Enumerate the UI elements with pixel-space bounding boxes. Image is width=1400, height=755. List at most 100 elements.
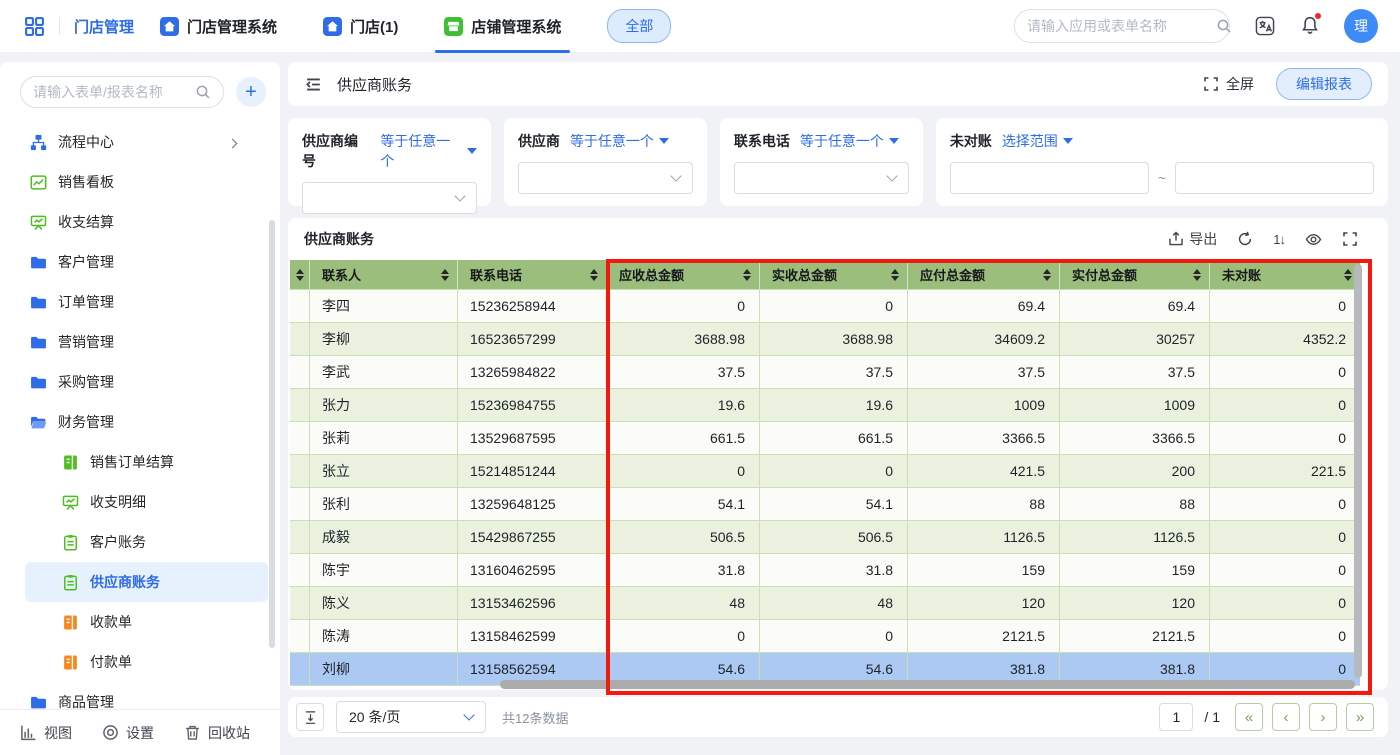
first-page-button[interactable]: « [1235, 703, 1263, 731]
sort-order-icon[interactable]: 1↓ [1273, 232, 1285, 247]
sidebar-footer-gear[interactable]: 设置 [102, 723, 154, 743]
add-button[interactable]: + [236, 77, 266, 107]
sidebar-item-5[interactable]: 营销管理 [0, 322, 280, 362]
cell-receivable-total: 0 [607, 290, 760, 323]
table-row[interactable]: 成毅15429867255506.5506.51126.51126.50 [290, 521, 1360, 554]
sidebar-item-label: 供应商账务 [90, 572, 160, 592]
table-row[interactable]: 张莉13529687595661.5661.53366.53366.50 [290, 422, 1360, 455]
table-row[interactable]: 陈义1315346259648481201200 [290, 587, 1360, 620]
sidebar-scrollbar[interactable] [269, 220, 275, 648]
cell-stub [290, 587, 310, 620]
column-header-unreconciled[interactable]: 未对账 [1210, 260, 1360, 290]
sidebar-footer-view[interactable]: 视图 [20, 723, 72, 743]
sidebar-item-9[interactable]: 收支明细 [0, 482, 280, 522]
table-fullscreen-icon[interactable] [1342, 231, 1358, 247]
cell-phone: 15236984755 [458, 389, 607, 422]
cell-phone: 13160462595 [458, 554, 607, 587]
filter-operator-dropdown[interactable]: 选择范围 [1002, 131, 1073, 151]
export-button[interactable]: 导出 [1168, 229, 1217, 249]
tab-label: 门店(1) [350, 16, 398, 37]
range-min-input[interactable] [950, 162, 1149, 194]
ledger-orange-icon [62, 654, 79, 671]
vertical-scrollbar[interactable] [1354, 264, 1362, 678]
sidebar-item-4[interactable]: 订单管理 [0, 282, 280, 322]
table-row[interactable]: 李四152362589440069.469.40 [290, 290, 1360, 323]
column-header-payable-total[interactable]: 应付总金额 [908, 260, 1060, 290]
cell-payable-total: 69.4 [908, 290, 1060, 323]
topbar-tab-1[interactable]: 门店(1) [323, 0, 398, 53]
column-header-phone[interactable]: 联系电话 [458, 260, 607, 290]
sidebar-item-11[interactable]: 供应商账务 [25, 562, 268, 602]
table-row[interactable]: 李武1326598482237.537.537.537.50 [290, 356, 1360, 389]
table-row[interactable]: 李柳165236572993688.983688.9834609.2302574… [290, 323, 1360, 356]
filter-operator-dropdown[interactable]: 等于任意一个 [570, 131, 669, 151]
table-row[interactable]: 陈宇1316046259531.831.81591590 [290, 554, 1360, 587]
page-number-input[interactable] [1159, 703, 1193, 731]
avatar[interactable]: 理 [1344, 9, 1378, 43]
cell-stub [290, 323, 310, 356]
range-max-input[interactable] [1175, 162, 1374, 194]
table-row[interactable]: 张利1325964812554.154.188880 [290, 488, 1360, 521]
column-header-label: 联系电话 [470, 265, 522, 284]
filter-operator-dropdown[interactable]: 等于任意一个 [380, 131, 477, 171]
sidebar-item-0[interactable]: 流程中心 [0, 122, 280, 162]
filter-select[interactable] [302, 182, 477, 214]
form-search[interactable] [20, 76, 224, 108]
column-header-contact[interactable]: 联系人 [310, 260, 458, 290]
visibility-icon[interactable] [1305, 231, 1322, 248]
filter-select[interactable] [518, 162, 693, 194]
horizontal-scrollbar[interactable] [500, 680, 1355, 689]
filter-select[interactable] [734, 162, 909, 194]
sidebar-footer-trash[interactable]: 回收站 [184, 723, 250, 743]
topbar-tab-2[interactable]: 店铺管理系统 [444, 0, 561, 53]
last-page-button[interactable]: » [1346, 703, 1374, 731]
all-filter-pill[interactable]: 全部 [607, 9, 671, 43]
sidebar-item-10[interactable]: 客户账务 [0, 522, 280, 562]
search-icon[interactable] [195, 84, 211, 100]
notification-bell[interactable] [1300, 15, 1320, 38]
sidebar-item-3[interactable]: 客户管理 [0, 242, 280, 282]
column-header-paid-total[interactable]: 实付总金额 [1060, 260, 1210, 290]
sidebar-item-13[interactable]: 付款单 [0, 642, 280, 682]
table-title-row: 供应商账务 导出 1↓ [288, 218, 1388, 260]
search-icon[interactable] [1216, 18, 1232, 34]
app-grid-icon[interactable] [24, 16, 45, 37]
translate-icon[interactable] [1254, 15, 1276, 37]
caret-down-icon [467, 148, 477, 154]
table-row[interactable]: 张力1523698475519.619.6100910090 [290, 389, 1360, 422]
caret-down-icon [1063, 138, 1073, 144]
filter-operator-dropdown[interactable]: 等于任意一个 [800, 131, 899, 151]
sidebar-item-8[interactable]: 销售订单结算 [0, 442, 280, 482]
table-row[interactable]: 陈涛13158462599002121.52121.50 [290, 620, 1360, 653]
column-header-receivable-total[interactable]: 应收总金额 [607, 260, 760, 290]
sidebar-item-12[interactable]: 收款单 [0, 602, 280, 642]
form-search-input[interactable] [33, 84, 189, 100]
prev-page-button[interactable]: ‹ [1272, 703, 1300, 731]
global-search-input[interactable] [1027, 18, 1208, 34]
cell-paid-total: 88 [1060, 488, 1210, 521]
sidebar-item-1[interactable]: 销售看板 [0, 162, 280, 202]
column-header-label: 实收总金额 [772, 265, 837, 284]
topbar-tab-0[interactable]: 门店管理系统 [160, 0, 277, 53]
sidebar-item-6[interactable]: 采购管理 [0, 362, 280, 402]
refresh-icon[interactable] [1237, 231, 1253, 247]
edit-report-button[interactable]: 编辑报表 [1276, 68, 1372, 100]
column-header-label: 应付总金额 [920, 265, 985, 284]
sidebar-item-2[interactable]: 收支结算 [0, 202, 280, 242]
collapse-sidebar-icon[interactable] [304, 75, 323, 94]
page-size-select[interactable]: 20 条/页 [336, 701, 486, 733]
table-header-row: 联系人联系电话 应收总金额实收总金额 应付总金额 实付总金额未对账 [290, 260, 1360, 290]
cell-receivable-total: 19.6 [607, 389, 760, 422]
table-row[interactable]: 张立1521485124400421.5200221.5 [290, 455, 1360, 488]
sidebar-item-7[interactable]: 财务管理 [0, 402, 280, 442]
column-header-received-total[interactable]: 实收总金额 [760, 260, 908, 290]
global-search[interactable] [1014, 9, 1230, 43]
topbar-right: 理 [1014, 9, 1378, 43]
column-header-stub[interactable] [290, 260, 310, 290]
view-icon [20, 724, 37, 741]
workspace-name[interactable]: 门店管理 [74, 16, 134, 37]
sidebar-item-14[interactable]: 商品管理 [0, 682, 280, 709]
next-page-button[interactable]: › [1309, 703, 1337, 731]
fullscreen-button[interactable]: 全屏 [1203, 74, 1254, 94]
jump-to-bottom-button[interactable] [296, 703, 324, 731]
